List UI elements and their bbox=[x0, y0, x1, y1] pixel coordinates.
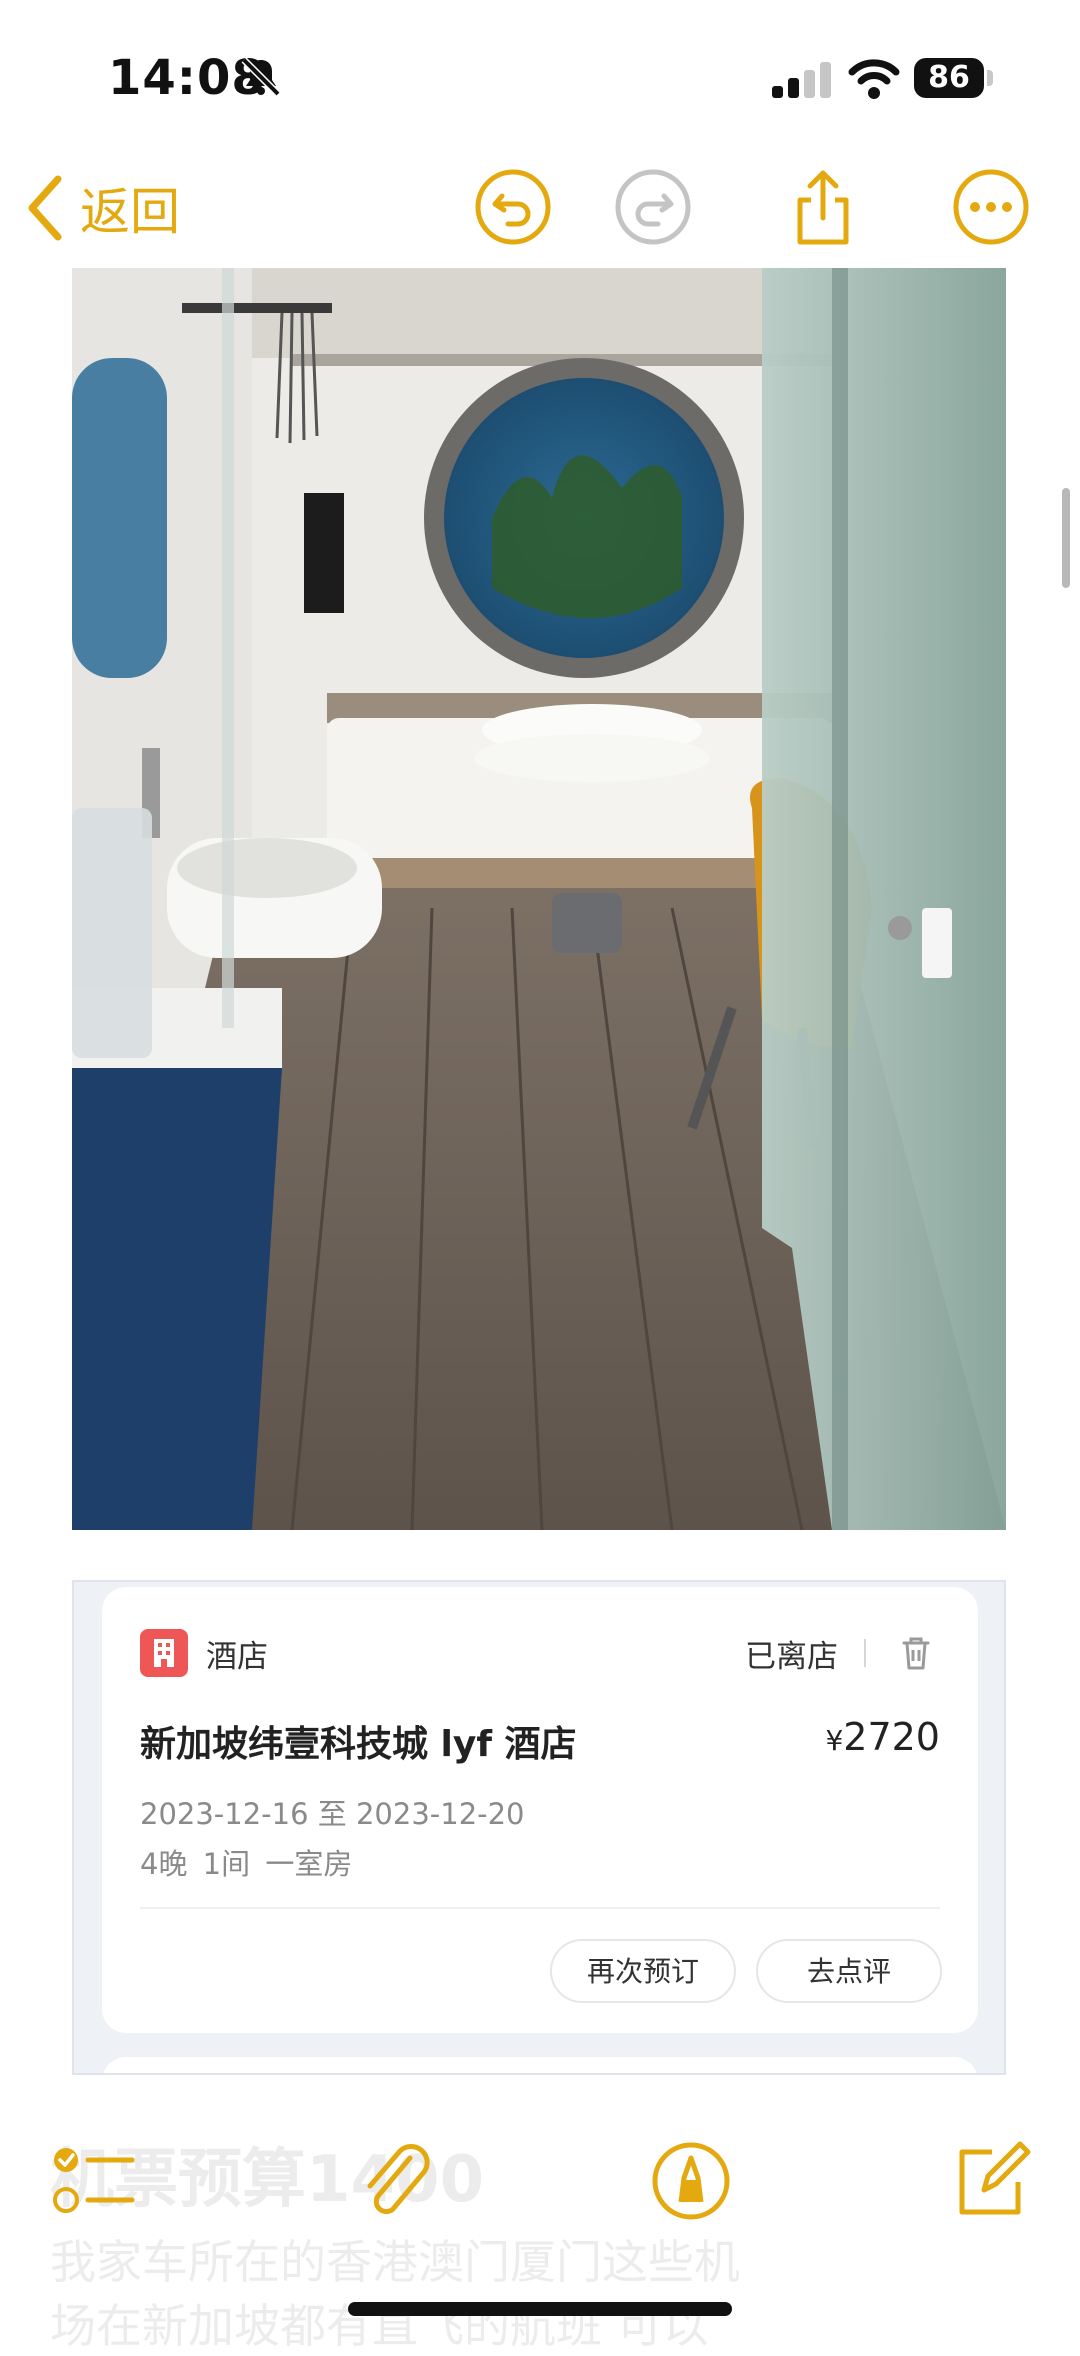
wifi-icon bbox=[848, 59, 900, 99]
back-label: 返回 bbox=[80, 183, 180, 241]
price-currency: ¥ bbox=[825, 1724, 844, 1757]
redo-icon[interactable] bbox=[612, 166, 694, 248]
paperclip-icon[interactable] bbox=[354, 2138, 440, 2224]
stay-dates: 2023-12-16 至 2023-12-20 bbox=[140, 1797, 525, 1831]
card-divider bbox=[140, 1907, 940, 1909]
review-button[interactable]: 去点评 bbox=[756, 1939, 942, 2003]
note-line-1: 我家车所在的香港澳门厦门这些机 bbox=[50, 2235, 740, 2289]
order-card-container: 酒店 已离店 新加坡纬壹科技城 lyf 酒店 ¥2720 2023-12-16 … bbox=[72, 1580, 1006, 2075]
checklist-icon[interactable] bbox=[50, 2138, 136, 2224]
order-category: 酒店 bbox=[206, 1639, 268, 1675]
order-status: 已离店 bbox=[745, 1639, 838, 1675]
scroll-indicator[interactable] bbox=[1062, 488, 1070, 588]
navigation-bar: 返回 bbox=[0, 150, 1080, 270]
trash-icon[interactable] bbox=[896, 1633, 936, 1673]
undo-icon[interactable] bbox=[472, 166, 554, 248]
status-divider bbox=[864, 1639, 866, 1667]
compose-icon[interactable] bbox=[948, 2138, 1034, 2224]
note-line-2: 场在新加坡都有直飞的航班 可以 bbox=[50, 2299, 709, 2353]
bell-slash-icon bbox=[241, 57, 281, 97]
back-button[interactable]: 返回 bbox=[22, 168, 180, 248]
order-price: ¥2720 bbox=[825, 1715, 940, 1759]
rebook-button[interactable]: 再次预订 bbox=[550, 1939, 736, 2003]
hotel-room-photo bbox=[72, 268, 1006, 1530]
battery-indicator: 86 bbox=[914, 58, 984, 98]
more-options-icon[interactable] bbox=[950, 166, 1032, 248]
home-indicator[interactable] bbox=[348, 2302, 732, 2316]
share-icon[interactable] bbox=[782, 166, 864, 248]
hotel-building-icon bbox=[140, 1629, 188, 1677]
next-card-peek bbox=[102, 2057, 978, 2073]
stay-details: 4晚 1间 一室房 bbox=[140, 1847, 353, 1881]
price-amount: 2720 bbox=[843, 1715, 940, 1759]
cellular-signal-icon bbox=[772, 62, 831, 98]
hotel-name: 新加坡纬壹科技城 lyf 酒店 bbox=[140, 1724, 577, 1765]
hotel-order-card[interactable]: 酒店 已离店 新加坡纬壹科技城 lyf 酒店 ¥2720 2023-12-16 … bbox=[102, 1587, 978, 2033]
status-bar: 14:08 86 bbox=[0, 0, 1080, 150]
markup-pen-icon[interactable] bbox=[648, 2138, 734, 2224]
chevron-left-icon bbox=[28, 175, 62, 241]
battery-cap bbox=[987, 70, 993, 86]
